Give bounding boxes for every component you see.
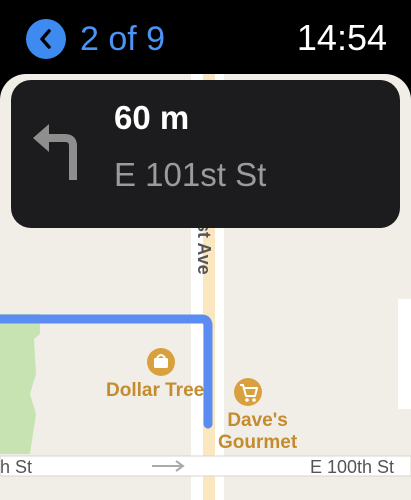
street-label-left: h St bbox=[0, 457, 33, 477]
navigation-card[interactable]: 60 m E 101st St bbox=[11, 80, 400, 228]
street-name-label: E 101st St bbox=[114, 156, 267, 193]
status-bar: 2 of 9 14:54 bbox=[0, 0, 411, 76]
clock: 14:54 bbox=[296, 17, 387, 58]
avenue-label: st Ave bbox=[194, 222, 214, 275]
back-button[interactable]: 2 of 9 bbox=[26, 19, 165, 59]
poi-label[interactable]: Dave's Gourmet bbox=[218, 410, 297, 454]
shopping-cart-icon bbox=[234, 378, 262, 406]
turn-left-arrow-icon bbox=[33, 124, 83, 185]
poi-label[interactable]: Dollar Tree bbox=[106, 380, 204, 402]
distance-label: 60 m bbox=[114, 99, 190, 136]
street-label-right: E 100th St bbox=[310, 457, 395, 477]
step-indicator: 2 of 9 bbox=[80, 20, 166, 58]
side-road bbox=[398, 299, 411, 409]
park-area bbox=[0, 314, 40, 454]
chevron-left-icon bbox=[26, 19, 66, 59]
shopping-bag-icon bbox=[147, 348, 175, 376]
